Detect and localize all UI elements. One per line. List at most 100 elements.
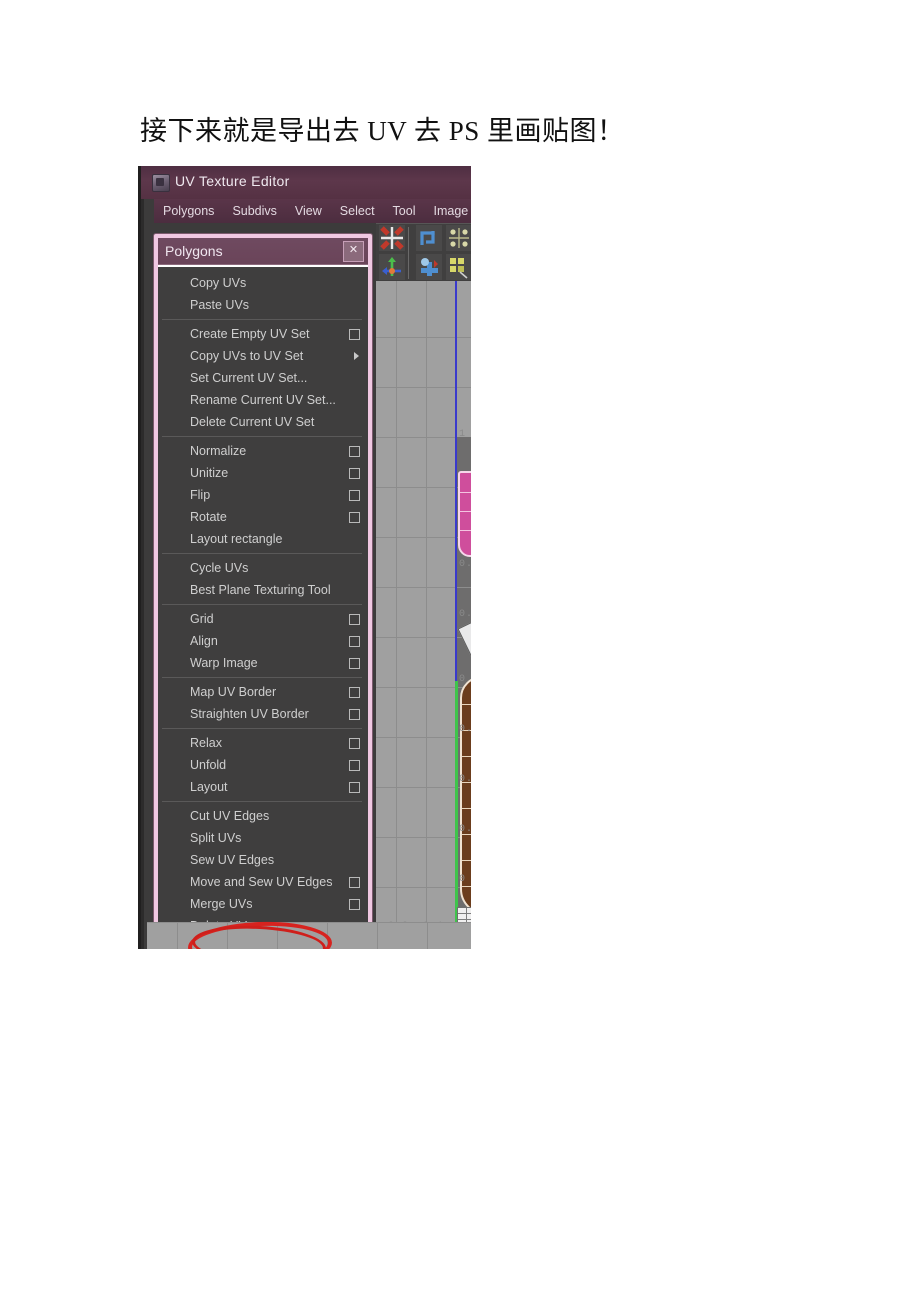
submenu-arrow-icon: [354, 352, 359, 360]
menu-subdivs[interactable]: Subdivs: [223, 204, 285, 218]
v-tick-04: 0.4: [459, 724, 471, 735]
menu-select[interactable]: Select: [331, 204, 384, 218]
option-box-icon[interactable]: [349, 687, 360, 698]
uv-move-icon[interactable]: [379, 254, 405, 280]
menu-item-label: Create Empty UV Set: [190, 327, 310, 341]
uv-grid-points-icon[interactable]: [446, 225, 471, 251]
menu-separator: [162, 801, 362, 802]
popup-title-bar: Polygons ✕: [158, 238, 368, 265]
menu-item-label: Move and Sew UV Edges: [190, 875, 333, 889]
menu-separator: [162, 319, 362, 320]
menu-item-rotate[interactable]: Rotate: [158, 506, 368, 528]
polygons-popup-menu: Polygons ✕ Copy UVs Paste UVs Create Emp…: [154, 234, 372, 949]
menu-item-label: Copy UVs to UV Set: [190, 349, 304, 363]
page-heading: 接下来就是导出去 UV 去 PS 里画贴图！: [140, 116, 625, 146]
menu-item-best-plane-texturing-tool[interactable]: Best Plane Texturing Tool: [158, 579, 368, 601]
uv-snap-to-grid-icon[interactable]: [379, 225, 405, 251]
menu-item-unfold[interactable]: Unfold: [158, 754, 368, 776]
v-tick-06: 0.6: [459, 609, 471, 620]
menu-item-align[interactable]: Align: [158, 630, 368, 652]
menu-item-grid[interactable]: Grid: [158, 608, 368, 630]
uv-sew-icon[interactable]: [416, 254, 442, 280]
window-body: Polygons Subdivs View Select Tool Image: [144, 199, 471, 949]
v-tick-02: 0.2: [459, 824, 471, 835]
menu-item-label: Set Current UV Set...: [190, 371, 308, 385]
v-tick-01: 0: [459, 874, 467, 885]
menu-item-warp-image[interactable]: Warp Image: [158, 652, 368, 674]
menu-item-cycle-uvs[interactable]: Cycle UVs: [158, 557, 368, 579]
menu-item-create-empty-uv-set[interactable]: Create Empty UV Set: [158, 323, 368, 345]
option-box-icon[interactable]: [349, 738, 360, 749]
menu-item-set-current-uv-set[interactable]: Set Current UV Set...: [158, 367, 368, 389]
menu-item-split-uvs[interactable]: Split UVs: [158, 827, 368, 849]
option-box-icon[interactable]: [349, 658, 360, 669]
uv-viewport[interactable]: 1 0.7 0.6 0 0.4 0.3 0.2 0 -0.1 -0.2 -0.2…: [376, 281, 471, 949]
menu-item-label: Straighten UV Border: [190, 707, 309, 721]
menu-item-label: Sew UV Edges: [190, 853, 275, 867]
option-box-icon[interactable]: [349, 709, 360, 720]
menu-item-move-and-sew-uv-edges[interactable]: Move and Sew UV Edges: [158, 871, 368, 893]
option-box-icon[interactable]: [349, 636, 360, 647]
menu-item-label: Warp Image: [190, 656, 258, 670]
close-icon[interactable]: ✕: [343, 241, 364, 262]
option-box-icon[interactable]: [349, 614, 360, 625]
popup-item-list: Copy UVs Paste UVs Create Empty UV Set C…: [158, 265, 368, 949]
menu-item-label: Rotate: [190, 510, 227, 524]
option-box-icon[interactable]: [349, 512, 360, 523]
maya-app-icon: [152, 174, 170, 192]
menu-item-label: Relax: [190, 736, 222, 750]
option-box-icon[interactable]: [349, 468, 360, 479]
menu-item-normalize[interactable]: Normalize: [158, 440, 368, 462]
menu-item-copy-uvs-to-uv-set[interactable]: Copy UVs to UV Set: [158, 345, 368, 367]
menu-item-relax[interactable]: Relax: [158, 732, 368, 754]
menu-item-sew-uv-edges[interactable]: Sew UV Edges: [158, 849, 368, 871]
menu-item-label: Grid: [190, 612, 214, 626]
option-box-icon[interactable]: [349, 760, 360, 771]
menu-item-label: Merge UVs: [190, 897, 253, 911]
v-axis-highlight: [455, 681, 458, 931]
menu-item-flip[interactable]: Flip: [158, 484, 368, 506]
menu-item-rename-current-uv-set[interactable]: Rename Current UV Set...: [158, 389, 368, 411]
option-box-icon[interactable]: [349, 877, 360, 888]
option-box-icon[interactable]: [349, 446, 360, 457]
pink-uv-shell[interactable]: [458, 471, 471, 557]
menu-item-straighten-uv-border[interactable]: Straighten UV Border: [158, 703, 368, 725]
option-box-icon[interactable]: [349, 329, 360, 340]
window-title-bar: UV Texture Editor: [141, 166, 471, 199]
menu-image[interactable]: Image: [424, 204, 471, 218]
menu-item-label: Layout: [190, 780, 228, 794]
menu-item-label: Copy UVs: [190, 276, 247, 290]
menu-item-label: Rename Current UV Set...: [190, 393, 336, 407]
menu-item-label: Flip: [190, 488, 211, 502]
menu-item-label: Layout rectangle: [190, 532, 283, 546]
menu-item-merge-uvs[interactable]: Merge UVs: [158, 893, 368, 915]
menu-item-copy-uvs[interactable]: Copy UVs: [158, 272, 368, 294]
popup-title: Polygons: [165, 243, 223, 259]
menu-view[interactable]: View: [286, 204, 331, 218]
menu-item-layout-rectangle[interactable]: Layout rectangle: [158, 528, 368, 550]
uv-layout-icon[interactable]: [446, 254, 471, 280]
menu-item-map-uv-border[interactable]: Map UV Border: [158, 681, 368, 703]
v-tick-1: 1: [459, 429, 467, 440]
uv-flip-icon[interactable]: [416, 225, 442, 251]
menu-separator: [162, 553, 362, 554]
option-box-icon[interactable]: [349, 782, 360, 793]
menu-item-layout[interactable]: Layout: [158, 776, 368, 798]
menu-item-label: Unitize: [190, 466, 229, 480]
menu-item-delete-current-uv-set[interactable]: Delete Current UV Set: [158, 411, 368, 433]
menu-tool[interactable]: Tool: [384, 204, 425, 218]
menu-item-label: Split UVs: [190, 831, 242, 845]
menu-item-unitize[interactable]: Unitize: [158, 462, 368, 484]
v-tick-03: 0.3: [459, 774, 471, 785]
option-box-icon[interactable]: [349, 490, 360, 501]
grid-line: [426, 281, 427, 949]
menu-item-label: Cut UV Edges: [190, 809, 270, 823]
v-tick-07: 0.7: [459, 559, 471, 570]
menu-item-cut-uv-edges[interactable]: Cut UV Edges: [158, 805, 368, 827]
option-box-icon[interactable]: [349, 899, 360, 910]
menu-polygons[interactable]: Polygons: [154, 204, 223, 218]
menu-item-label: Cycle UVs: [190, 561, 249, 575]
menu-separator: [162, 604, 362, 605]
viewport-bottom-strip: [147, 922, 471, 949]
menu-item-paste-uvs[interactable]: Paste UVs: [158, 294, 368, 316]
